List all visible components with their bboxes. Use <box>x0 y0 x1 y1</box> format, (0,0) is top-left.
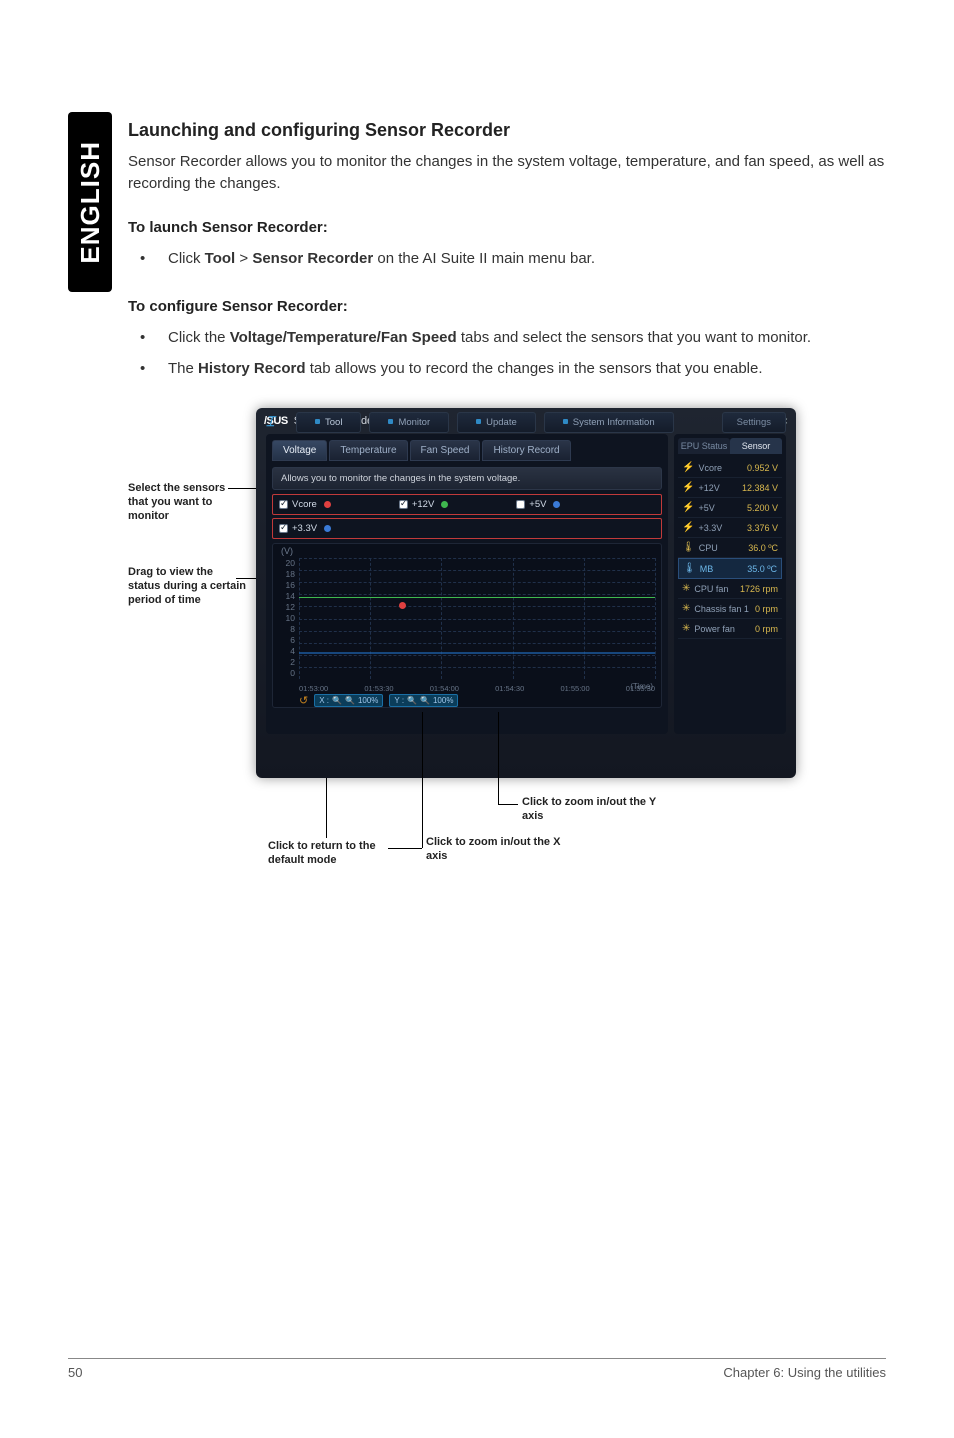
plot-point-vcore <box>399 602 406 609</box>
annotation-select-sensors: Select the sensors that you want to moni… <box>128 482 238 523</box>
annotation-return-default: Click to return to the default mode <box>268 840 388 868</box>
bottom-btn-tool[interactable]: Tool <box>296 412 361 433</box>
bolt-icon: ⚡ <box>682 482 694 493</box>
zoom-controls: ↺ X :🔍🔍100% Y :🔍🔍100% <box>299 694 458 707</box>
config-list: • Click the Voltage/Temperature/Fan Spee… <box>128 327 888 380</box>
list-item: • The History Record tab allows you to r… <box>128 358 888 381</box>
page-content: Launching and configuring Sensor Recorde… <box>128 120 888 928</box>
annotation-drag-view: Drag to view the status during a certain… <box>128 566 246 607</box>
time-axis-label: (Time) <box>630 682 653 691</box>
sensor-row-vcore: ⚡Vcore0.952 V <box>678 458 782 478</box>
app-body: Voltage Temperature Fan Speed History Re… <box>256 434 796 444</box>
chart-area[interactable]: (V) 20 18 16 14 12 10 8 6 4 2 0 <box>272 543 662 708</box>
tab-sensor[interactable]: Sensor <box>730 438 782 454</box>
page-footer: 50 Chapter 6: Using the utilities <box>68 1358 886 1380</box>
sensor-check-row: Vcore +12V +5V <box>272 494 662 515</box>
page-number: 50 <box>68 1365 82 1380</box>
left-panel: Voltage Temperature Fan Speed History Re… <box>266 434 668 734</box>
checkbox-3v3[interactable]: +3.3V <box>279 523 331 534</box>
sensor-row-chassis-fan: ✳Chassis fan 10 rpm <box>678 599 782 619</box>
color-dot-green <box>441 501 448 508</box>
language-tab: ENGLISH <box>68 112 112 292</box>
annotation-line <box>422 712 423 848</box>
bullet-dot: • <box>128 248 168 271</box>
bottom-btn-monitor[interactable]: Monitor <box>369 412 449 433</box>
launch-heading: To launch Sensor Recorder: <box>128 219 888 236</box>
zoom-x-control[interactable]: X :🔍🔍100% <box>314 694 383 707</box>
bolt-icon: ⚡ <box>682 462 694 473</box>
bolt-icon: ⚡ <box>682 502 694 513</box>
checkbox-5v[interactable]: +5V <box>516 499 560 510</box>
bolt-icon: ⚡ <box>682 522 694 533</box>
sensor-row-cpu-fan: ✳CPU fan1726 rpm <box>678 579 782 599</box>
ai-suite-logo-icon: ⌶ <box>266 413 288 431</box>
bottom-btn-settings[interactable]: Settings <box>722 412 786 433</box>
sensor-row-power-fan: ✳Power fan0 rpm <box>678 619 782 639</box>
screenshot-block: Select the sensors that you want to moni… <box>128 408 888 928</box>
checkbox-12v[interactable]: +12V <box>399 499 448 510</box>
magnifier-icon: 🔍 <box>345 696 355 705</box>
language-label: ENGLISH <box>75 141 106 264</box>
panel-message: Allows you to monitor the changes in the… <box>272 467 662 490</box>
sensor-row-3v3: ⚡+3.3V3.376 V <box>678 518 782 538</box>
sensor-row-12v: ⚡+12V12.384 V <box>678 478 782 498</box>
magnifier-icon: 🔍 <box>407 696 417 705</box>
chart-grid <box>299 558 655 679</box>
sensor-row-5v: ⚡+5V5.200 V <box>678 498 782 518</box>
annotation-zoom-x: Click to zoom in/out the X axis <box>426 836 576 864</box>
bullet-dot: • <box>128 327 168 350</box>
bullet-dot: • <box>128 358 168 381</box>
list-text: Click Tool > Sensor Recorder on the AI S… <box>168 248 888 271</box>
checkbox-vcore[interactable]: Vcore <box>279 499 331 510</box>
right-panel: EPU Status Sensor ⚡Vcore0.952 V ⚡+12V12.… <box>674 434 786 734</box>
tab-fan-speed[interactable]: Fan Speed <box>410 440 481 461</box>
annotation-line <box>498 804 518 805</box>
fan-icon: ✳ <box>682 603 690 614</box>
thermometer-icon: 🌡 <box>682 542 695 553</box>
list-item: • Click Tool > Sensor Recorder on the AI… <box>128 248 888 271</box>
config-heading: To configure Sensor Recorder: <box>128 298 888 315</box>
chapter-label: Chapter 6: Using the utilities <box>723 1365 886 1380</box>
sensor-tabs: Voltage Temperature Fan Speed History Re… <box>272 440 662 461</box>
section-heading: Launching and configuring Sensor Recorde… <box>128 120 888 141</box>
magnifier-icon: 🔍 <box>332 696 342 705</box>
zoom-y-control[interactable]: Y :🔍🔍100% <box>389 694 458 707</box>
sensor-check-row: +3.3V <box>272 518 662 539</box>
bottom-btn-update[interactable]: Update <box>457 412 536 433</box>
color-dot-blue <box>324 525 331 532</box>
color-dot-blue <box>553 501 560 508</box>
thermometer-icon: 🌡 <box>683 563 696 574</box>
zoom-reset-icon[interactable]: ↺ <box>299 694 308 707</box>
sensor-row-cpu-temp: 🌡CPU36.0 ºC <box>678 538 782 558</box>
plot-line-12v <box>299 597 655 599</box>
fan-icon: ✳ <box>682 583 690 594</box>
plot-line-3v3 <box>299 652 655 654</box>
annotation-line <box>388 848 422 849</box>
y-axis-unit: (V) <box>281 546 293 556</box>
list-text: The History Record tab allows you to rec… <box>168 358 888 381</box>
list-item: • Click the Voltage/Temperature/Fan Spee… <box>128 327 888 350</box>
color-dot-red <box>324 501 331 508</box>
tab-epu-status[interactable]: EPU Status <box>678 438 730 454</box>
magnifier-icon: 🔍 <box>420 696 430 705</box>
x-axis-ticks: 01:53:00 01:53:30 01:54:00 01:54:30 01:5… <box>299 684 655 693</box>
launch-list: • Click Tool > Sensor Recorder on the AI… <box>128 248 888 271</box>
tab-history-record[interactable]: History Record <box>482 440 570 461</box>
annotation-line <box>326 778 327 838</box>
section-intro: Sensor Recorder allows you to monitor th… <box>128 151 888 195</box>
app-window: /SUS Sensor Recorder ⊥ × Voltage Tempera… <box>256 408 796 778</box>
fan-icon: ✳ <box>682 623 690 634</box>
list-text: Click the Voltage/Temperature/Fan Speed … <box>168 327 888 350</box>
tab-voltage[interactable]: Voltage <box>272 440 327 461</box>
annotation-line <box>498 712 499 804</box>
y-axis-ticks: 20 18 16 14 12 10 8 6 4 2 0 <box>277 558 295 679</box>
bottom-bar: ⌶ Tool Monitor Update System Information… <box>266 408 786 436</box>
right-panel-tabs: EPU Status Sensor <box>678 438 782 454</box>
tab-temperature[interactable]: Temperature <box>329 440 407 461</box>
bottom-btn-system-info[interactable]: System Information <box>544 412 674 433</box>
sensor-row-mb-temp[interactable]: 🌡MB35.0 ºC <box>678 558 782 579</box>
annotation-zoom-y: Click to zoom in/out the Y axis <box>522 796 672 824</box>
